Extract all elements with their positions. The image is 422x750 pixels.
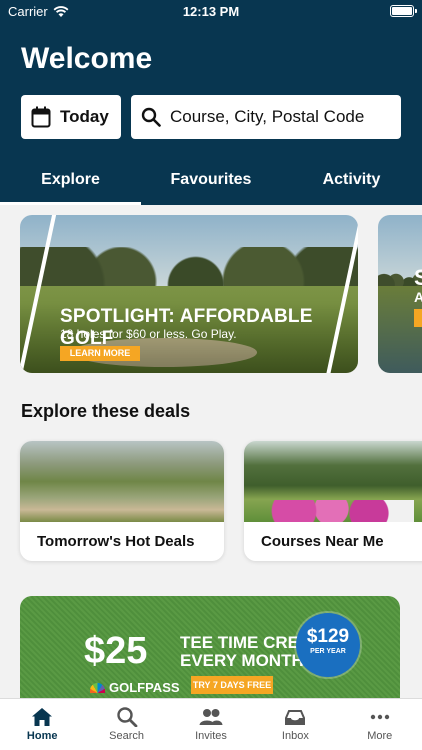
deal-image: [20, 441, 224, 522]
header: Carrier 12:13 PM Welcome Today Course, C…: [0, 0, 422, 205]
date-button-label: Today: [60, 107, 109, 126]
promo-line2: EVERY MONTH: [180, 651, 304, 670]
tab-more[interactable]: More: [338, 699, 422, 750]
more-icon: [370, 714, 389, 720]
banner2-button[interactable]: [414, 309, 422, 327]
deal-label: Courses Near Me: [261, 533, 384, 550]
date-button[interactable]: Today: [21, 95, 121, 139]
battery-icon: [390, 5, 417, 17]
tab-search-label: Search: [109, 730, 145, 742]
page-title: Welcome: [21, 42, 153, 75]
tab-bar-top: Explore Favourites Activity: [0, 160, 422, 205]
status-time: 12:13 PM: [182, 4, 240, 19]
tab-more-label: More: [367, 730, 393, 742]
tab-activity[interactable]: Activity: [281, 160, 422, 205]
price-period: PER YEAR: [310, 648, 346, 655]
tab-invites[interactable]: Invites: [169, 699, 253, 750]
deal-card-courses-near-me[interactable]: Courses Near Me: [244, 441, 422, 561]
golfpass-promo-banner[interactable]: $25 TEE TIME CREDIT EVERY MONTH GOLFPASS…: [20, 596, 400, 711]
deal-flowers: [264, 500, 414, 522]
spotlight-banner[interactable]: SPOTLIGHT: AFFORDABLE GOLF 18 holes for …: [20, 215, 358, 373]
invites-icon: [199, 709, 223, 725]
search-icon: [141, 107, 161, 127]
inbox-icon: [285, 710, 306, 725]
spotlight-subtitle: 18 holes for $60 or less. Go Play.: [60, 327, 237, 341]
tab-favourites[interactable]: Favourites: [141, 160, 281, 205]
golfpass-logo: GOLFPASS: [90, 680, 180, 695]
tab-explore[interactable]: Explore: [0, 160, 141, 205]
search-icon: [116, 707, 137, 727]
price-badge: $129 PER YEAR: [296, 613, 360, 677]
banner2-title: S: [414, 265, 422, 290]
tab-home-label: Home: [26, 730, 58, 742]
learn-more-button[interactable]: LEARN MORE: [60, 346, 140, 361]
deal-card-hot-deals[interactable]: Tomorrow's Hot Deals: [20, 441, 224, 561]
tab-home[interactable]: Home: [0, 699, 84, 750]
price-value: $129: [306, 626, 350, 647]
banner2-subtitle: A: [414, 289, 422, 305]
deals-heading: Explore these deals: [21, 401, 191, 421]
bottom-tab-bar: Home Search Invites Inbox More: [0, 698, 422, 750]
promo-brand: GOLFPASS: [109, 680, 180, 695]
spotlight-banner-2[interactable]: S A: [378, 215, 422, 373]
peacock-icon: [90, 682, 105, 693]
status-bar: Carrier 12:13 PM: [0, 0, 422, 24]
tab-inbox-label: Inbox: [281, 730, 309, 742]
search-placeholder: Course, City, Postal Code: [170, 107, 365, 126]
try-free-button[interactable]: TRY 7 DAYS FREE: [191, 676, 273, 694]
promo-amount: $25: [84, 630, 148, 672]
deal-image: [244, 441, 422, 522]
tab-inbox[interactable]: Inbox: [253, 699, 337, 750]
calendar-icon: [31, 106, 51, 128]
home-icon: [32, 708, 53, 726]
tab-search[interactable]: Search: [84, 699, 168, 750]
tab-invites-label: Invites: [195, 730, 227, 742]
search-input[interactable]: Course, City, Postal Code: [131, 95, 401, 139]
deal-label: Tomorrow's Hot Deals: [37, 533, 195, 550]
